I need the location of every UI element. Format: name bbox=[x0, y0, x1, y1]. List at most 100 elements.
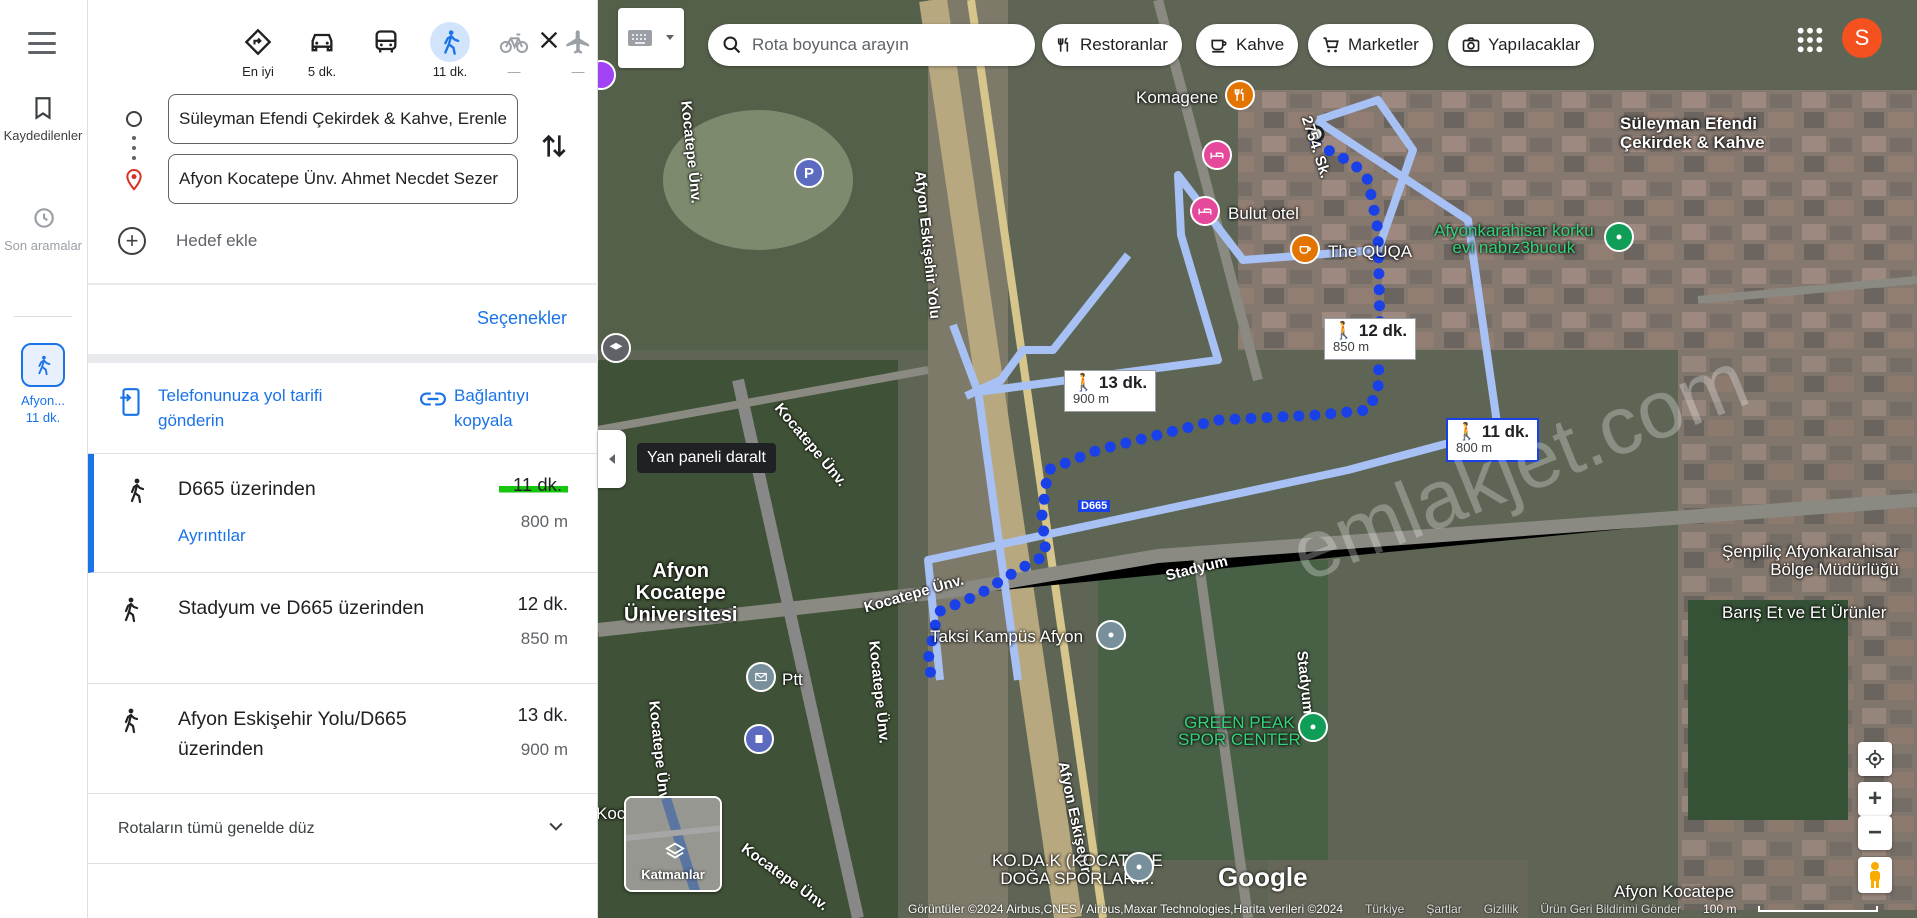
callout-time: 🚶 12 dk. bbox=[1333, 321, 1408, 340]
layers-button[interactable]: Katmanlar bbox=[624, 796, 722, 892]
feedback-link[interactable]: Ürün Geri Bildirimi Gönder bbox=[1540, 902, 1681, 916]
place-label-senpilic[interactable]: Şenpiliç Afyonkarahisar Bölge Müdürlüğü bbox=[1722, 543, 1899, 579]
place-label-afyon-kocatepe[interactable]: Afyon Kocatepe bbox=[1614, 882, 1734, 901]
place-label-bulut-otel[interactable]: Bulut otel bbox=[1228, 204, 1299, 223]
keyboard-icon bbox=[628, 30, 652, 46]
route-name: D665 üzerinden bbox=[178, 478, 316, 500]
taxi-pin-icon[interactable] bbox=[1096, 620, 1126, 650]
post-office-pin-icon[interactable] bbox=[746, 662, 776, 692]
place-label-korku-evi[interactable]: Afyonkarahisar korku evi nabız3bucuk bbox=[1434, 222, 1594, 256]
route-option-3[interactable]: Afyon Eskişehir Yolu/D665 üzerinden 13 d… bbox=[88, 684, 598, 794]
send-to-phone-line1: Telefonunuza yol tarifi bbox=[158, 386, 323, 405]
chip-coffee[interactable]: Kahve bbox=[1196, 24, 1299, 66]
chip-things-to-do-label: Yapılacaklar bbox=[1488, 35, 1581, 54]
copy-link-button[interactable]: Bağlantıyı kopyala bbox=[420, 383, 530, 433]
hotel-pin-icon[interactable] bbox=[1190, 196, 1220, 226]
input-tools-button[interactable] bbox=[618, 8, 684, 68]
layers-label: Katmanlar bbox=[641, 867, 705, 882]
place-label-baris[interactable]: Barış Et ve Et Ürünler bbox=[1722, 603, 1886, 622]
restaurant-pin-icon[interactable] bbox=[1225, 80, 1255, 110]
route-flat-note[interactable]: Rotaların tümü genelde düz bbox=[88, 794, 598, 864]
layers-icon bbox=[665, 842, 685, 865]
senpilic-line1: Şenpiliç Afyonkarahisar bbox=[1722, 542, 1899, 561]
chip-coffee-label: Kahve bbox=[1236, 35, 1285, 54]
rail-route-button[interactable] bbox=[21, 343, 65, 387]
route-name: Afyon Eskişehir Yolu/D665 üzerinden bbox=[178, 708, 407, 760]
place-label-origin[interactable]: Süleyman Efendi Çekirdek & Kahve bbox=[1620, 114, 1765, 152]
privacy-link[interactable]: Gizlilik bbox=[1484, 902, 1519, 916]
my-location-button[interactable] bbox=[1858, 742, 1892, 776]
route-time: 12 dk. bbox=[517, 593, 568, 614]
road-shield: D665 bbox=[1078, 500, 1111, 512]
place-label-ptt[interactable]: Ptt bbox=[782, 670, 803, 689]
place-label-komagene[interactable]: Komagene bbox=[1136, 88, 1218, 107]
saved-button[interactable]: Kaydedilenler bbox=[0, 95, 86, 144]
mode-best[interactable]: En iyi bbox=[230, 22, 286, 80]
place-label-green-peak[interactable]: GREEN PEAK SPOR CENTER bbox=[1178, 714, 1301, 748]
route-callout-13min[interactable]: 🚶 13 dk. 900 m bbox=[1064, 370, 1157, 412]
place-label-afyon-kocatepe-uni[interactable]: Afyon Kocatepe Üniversitesi bbox=[624, 560, 737, 626]
origin-input[interactable] bbox=[168, 94, 518, 144]
location-target-icon bbox=[1865, 749, 1885, 769]
swap-icon[interactable] bbox=[538, 130, 570, 162]
chip-things-to-do[interactable]: Yapılacaklar bbox=[1448, 24, 1595, 66]
route-distance: 900 m bbox=[520, 740, 568, 759]
mode-car-label: 5 dk. bbox=[307, 64, 337, 79]
poi-pin-icon[interactable] bbox=[1124, 852, 1154, 882]
coffee-pin-icon[interactable] bbox=[1290, 234, 1320, 264]
account-avatar[interactable]: S bbox=[1842, 18, 1882, 58]
mode-walk[interactable]: 11 dk. bbox=[422, 22, 478, 80]
walk-icon bbox=[130, 478, 145, 504]
mode-car[interactable]: 5 dk. bbox=[294, 22, 350, 80]
bus-icon bbox=[366, 22, 406, 62]
route-option-2[interactable]: Stadyum ve D665 üzerinden 12 dk. 850 m bbox=[88, 573, 598, 684]
close-icon bbox=[540, 31, 558, 49]
country-link[interactable]: Türkiye bbox=[1365, 902, 1404, 916]
add-destination-button[interactable]: + Hedef ekle bbox=[118, 226, 418, 256]
place-label-the-quqa[interactable]: The QUQA bbox=[1328, 242, 1412, 261]
options-link[interactable]: Seçenekler bbox=[477, 308, 567, 329]
origin-marker-icon bbox=[126, 111, 142, 127]
mode-transit[interactable] bbox=[358, 22, 414, 80]
chip-markets[interactable]: Marketler bbox=[1308, 24, 1433, 66]
walk-icon bbox=[124, 597, 139, 623]
place-label-korku-line2: evi nabız3bucuk bbox=[1452, 238, 1576, 257]
senpilic-line2: Bölge Müdürlüğü bbox=[1770, 560, 1899, 579]
apps-grid-icon[interactable] bbox=[1794, 24, 1826, 56]
gym-pin-icon[interactable] bbox=[1298, 712, 1328, 742]
uni-line1: Afyon bbox=[652, 560, 710, 582]
destination-pin-icon bbox=[126, 168, 142, 191]
place-label-taksi[interactable]: Taksi Kampüs Afyon bbox=[930, 627, 1083, 646]
office-pin-icon[interactable] bbox=[744, 724, 774, 754]
collapse-panel-button[interactable] bbox=[598, 430, 626, 488]
hotel-pin-icon[interactable] bbox=[1202, 140, 1232, 170]
uni-line3: Üniversitesi bbox=[624, 604, 738, 626]
route-callout-12min[interactable]: 🚶 12 dk. 850 m bbox=[1324, 318, 1417, 360]
google-logo: Google bbox=[1218, 862, 1308, 892]
attraction-pin-icon[interactable] bbox=[1604, 222, 1634, 252]
rail-route-time: 11 dk. bbox=[25, 410, 61, 425]
close-directions-button[interactable] bbox=[533, 24, 565, 56]
chevron-down-icon bbox=[549, 822, 563, 831]
parking-pin-icon[interactable]: P bbox=[794, 158, 824, 188]
destination-input[interactable] bbox=[168, 154, 518, 204]
chip-restaurants[interactable]: Restoranlar bbox=[1042, 24, 1182, 66]
recent-searches-button[interactable]: Son aramalar bbox=[0, 205, 86, 254]
zoom-out-button[interactable]: − bbox=[1858, 816, 1892, 850]
route-option-1[interactable]: D665 üzerinden 11 dk. 800 m Ayrıntılar bbox=[88, 454, 598, 573]
send-to-phone-button[interactable]: Telefonunuza yol tarifi gönderin bbox=[118, 383, 322, 433]
street-view-pegman-button[interactable] bbox=[1858, 857, 1892, 893]
callout-time-text: 12 dk. bbox=[1358, 321, 1408, 340]
route-search-box[interactable] bbox=[708, 24, 1035, 66]
coffee-icon bbox=[1210, 36, 1228, 54]
scale-label[interactable]: 100 m bbox=[1703, 902, 1736, 916]
zoom-in-button[interactable]: + bbox=[1858, 782, 1892, 816]
menu-icon[interactable] bbox=[28, 32, 56, 54]
route-search-input[interactable] bbox=[752, 35, 1012, 55]
map-canvas[interactable]: Afyon Eskişehir Yolu Afyon Eskişehir Koc… bbox=[598, 0, 1917, 918]
saved-label: Kaydedilenler bbox=[3, 128, 83, 143]
school-pin-icon[interactable] bbox=[601, 333, 631, 363]
terms-link[interactable]: Şartlar bbox=[1426, 902, 1461, 916]
restaurant-icon bbox=[1056, 36, 1072, 54]
route-details-link[interactable]: Ayrıntılar bbox=[178, 526, 246, 546]
